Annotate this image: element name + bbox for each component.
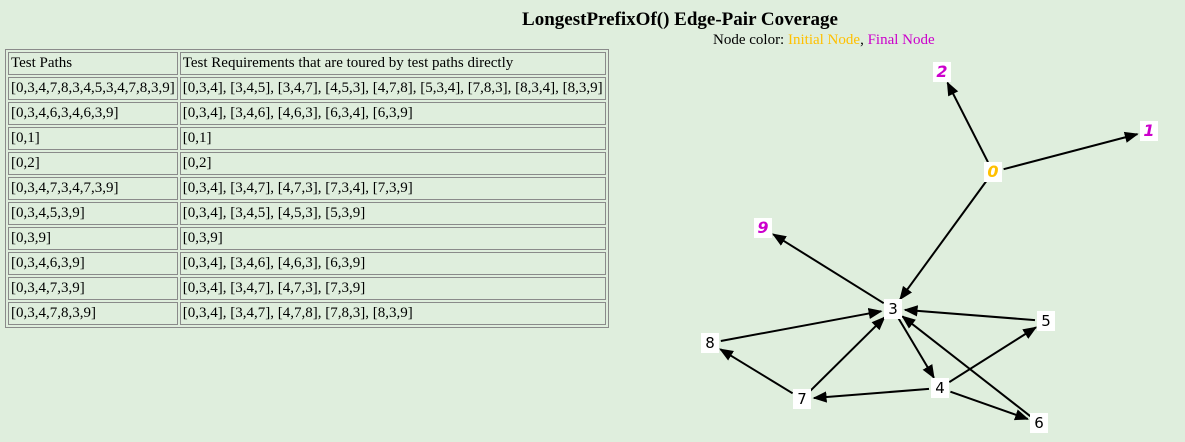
edge-0-2: [946, 81, 989, 163]
edge-5-3: [903, 305, 1036, 322]
edge-3-9: [772, 233, 885, 305]
edge-7-3: [809, 316, 886, 393]
node-1: 1: [1140, 121, 1158, 141]
edge-0-1: [1003, 131, 1139, 171]
nodes-layer: 0 1 2 3 4 5 6 7 8 9: [701, 62, 1158, 433]
node-5: 5: [1037, 311, 1055, 331]
node-label: 6: [1034, 414, 1044, 432]
node-label: 3: [888, 300, 898, 318]
edges-layer: [719, 81, 1139, 421]
node-3: 3: [884, 299, 902, 319]
node-8: 8: [701, 333, 719, 353]
edge-4-7: [812, 387, 930, 403]
edge-4-5: [948, 326, 1038, 383]
node-label: 1: [1143, 121, 1154, 140]
node-label: 4: [935, 379, 945, 397]
node-0: 0: [984, 162, 1002, 182]
node-label: 5: [1041, 312, 1051, 330]
node-label: 0: [987, 162, 998, 181]
edge-7-8: [719, 348, 794, 395]
edge-0-3: [899, 180, 988, 301]
node-6: 6: [1030, 413, 1048, 433]
node-label: 9: [757, 218, 768, 237]
node-9: 9: [754, 218, 772, 238]
node-2: 2: [933, 62, 951, 82]
edge-8-3: [720, 307, 883, 342]
node-label: 7: [797, 390, 807, 408]
node-7: 7: [793, 389, 811, 409]
edge-6-3: [901, 315, 1031, 417]
node-4: 4: [931, 378, 949, 398]
node-label: 2: [936, 62, 947, 81]
node-label: 8: [705, 334, 715, 352]
graph-diagram: 0 1 2 3 4 5 6 7 8 9: [701, 62, 1158, 433]
